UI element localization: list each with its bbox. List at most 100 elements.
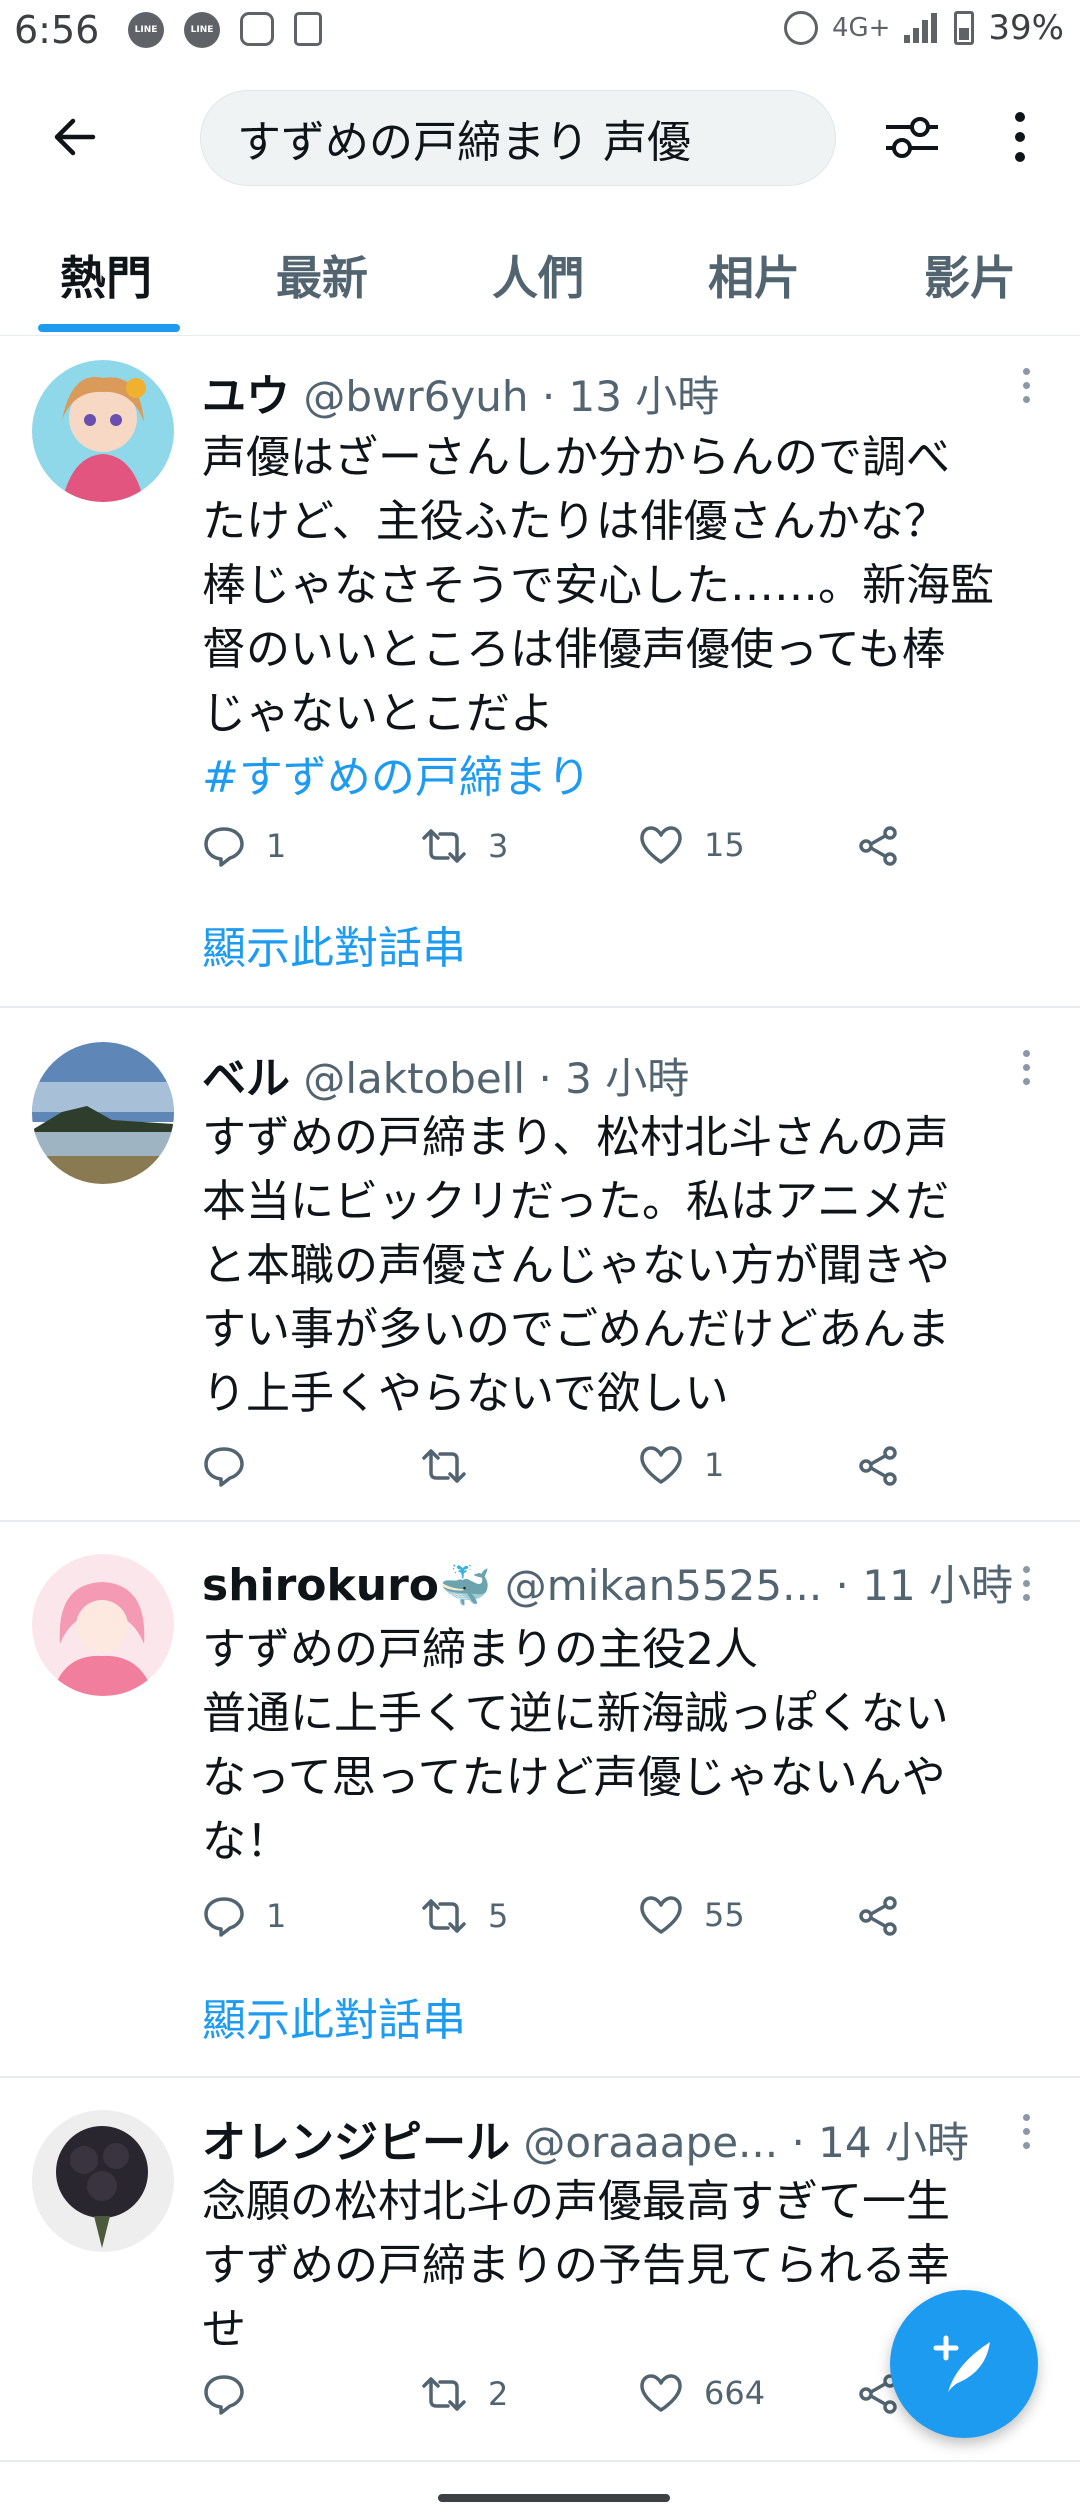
retweet-icon <box>422 2377 466 2411</box>
retweet-icon <box>422 829 466 863</box>
like-count: 1 <box>704 1446 725 1484</box>
user-handle: @laktobell <box>303 1054 526 1103</box>
reply-count: 1 <box>266 827 287 865</box>
like-count: 55 <box>704 1896 745 1934</box>
tweet-time: · 13 小時 <box>541 372 720 421</box>
retweet-count: 2 <box>488 2375 509 2413</box>
user-handle: @bwr6yuh <box>303 372 529 421</box>
tab-videos[interactable]: 影片 <box>924 242 1016 308</box>
tweet[interactable]: ベル @laktobell · 3 小時 すずめの戸締まり、松村北斗さんの声 本… <box>0 1008 1080 1522</box>
heart-icon <box>640 826 682 864</box>
like-button[interactable]: 1 <box>638 1444 724 1486</box>
display-name[interactable]: shirokuro <box>202 1560 439 1611</box>
reply-icon <box>204 1897 244 1937</box>
retweet-count: 5 <box>488 1897 509 1935</box>
system-icons: 4G+ 39% <box>783 8 1064 48</box>
reply-icon <box>204 827 244 867</box>
battery-percent: 39% <box>988 8 1064 48</box>
tweet-actions: 1 <box>202 1444 922 1504</box>
instagram-icon <box>240 12 274 46</box>
clipboard-icon <box>294 12 322 46</box>
notification-icons: LINE LINE <box>128 12 322 48</box>
heart-icon <box>640 1896 682 1934</box>
user-handle: @oraaape... <box>523 2118 779 2167</box>
display-name[interactable]: ユウ <box>202 371 290 422</box>
heart-icon <box>640 2374 682 2412</box>
share-icon <box>859 1896 897 1936</box>
search-input[interactable]: すずめの戸締まり 声優 <box>200 90 836 186</box>
hashtag-link[interactable]: #すずめの戸締まり <box>202 746 1042 810</box>
overflow-menu-button[interactable] <box>990 102 1050 172</box>
retweet-button[interactable]: 3 <box>420 824 508 868</box>
avatar[interactable] <box>32 1042 174 1184</box>
back-button[interactable] <box>40 102 110 172</box>
tweet-menu-button[interactable] <box>1014 1050 1038 1096</box>
tweet-menu-button[interactable] <box>1014 368 1038 414</box>
tweet-menu-button[interactable] <box>1014 1566 1038 1612</box>
tweet-header: オレンジピール @oraaape... · 14 小時 <box>202 2106 969 2170</box>
active-tab-indicator <box>38 324 180 332</box>
share-icon <box>859 826 897 866</box>
tweet-text: 声優はざーさんしか分からんので調べ たけど、主役ふたりは俳優さんかな？ 棒じゃな… <box>202 432 994 739</box>
arrow-left-icon <box>54 118 96 156</box>
gesture-nav-handle[interactable] <box>438 2494 670 2502</box>
reply-button[interactable] <box>202 1444 266 1488</box>
tweet-header: shirokuro🐳 @mikan5525... · 11 小時 <box>202 1552 1013 1613</box>
search-filter-button[interactable] <box>872 102 952 172</box>
user-handle: @mikan5525... <box>504 1561 823 1610</box>
tweet-header: ユウ @bwr6yuh · 13 小時 <box>202 360 719 424</box>
tweet-menu-button[interactable] <box>1014 2114 1038 2160</box>
share-button[interactable] <box>856 1444 900 1488</box>
reply-button[interactable] <box>202 2372 266 2416</box>
signal-icon <box>904 11 940 45</box>
display-name[interactable]: オレンジピール <box>202 2117 510 2168</box>
tweet[interactable]: ユウ @bwr6yuh · 13 小時 声優はざーさんしか分からんので調べ たけ… <box>0 336 1080 1008</box>
alarm-icon <box>783 11 818 45</box>
like-button[interactable]: 55 <box>638 1894 745 1936</box>
line-app-icon: LINE <box>184 12 220 48</box>
tweet-text: すずめの戸締まりの主役2人 普通に上手くて逆に新海誠っぽくない なって思ってたけ… <box>202 1624 949 1867</box>
tweet-actions: 2 664 <box>202 2372 922 2432</box>
search-tabs: 熱門 最新 人們 相片 影片 <box>0 212 1080 336</box>
share-icon <box>859 1446 897 1486</box>
tweet-header: ベル @laktobell · 3 小時 <box>202 1042 689 1106</box>
retweet-button[interactable]: 2 <box>420 2372 508 2416</box>
heart-icon <box>640 1446 682 1484</box>
share-button[interactable] <box>856 1894 900 1938</box>
battery-icon <box>954 11 975 45</box>
tab-latest[interactable]: 最新 <box>276 242 368 308</box>
show-thread-link[interactable]: 顯示此對話串 <box>202 912 466 976</box>
tweet-text: すずめの戸締まり、松村北斗さんの声 本当にビックリだった。私はアニメだ と本職の… <box>202 1112 950 1419</box>
tweet[interactable]: shirokuro🐳 @mikan5525... · 11 小時 すずめの戸締ま… <box>0 1522 1080 2078</box>
avatar[interactable] <box>32 2110 174 2252</box>
share-button[interactable] <box>856 824 900 868</box>
retweet-button[interactable] <box>420 1444 488 1488</box>
tweet-time: · 3 小時 <box>538 1054 690 1103</box>
show-thread-link[interactable]: 顯示此對話串 <box>202 1984 466 2048</box>
like-button[interactable]: 15 <box>638 824 745 866</box>
retweet-count: 3 <box>488 827 509 865</box>
tab-people[interactable]: 人們 <box>492 242 584 308</box>
avatar[interactable] <box>32 1554 174 1696</box>
reply-button[interactable]: 1 <box>202 824 286 868</box>
status-time: 6:56 <box>14 8 100 52</box>
tweet-time: · 14 小時 <box>791 2118 969 2167</box>
retweet-icon <box>422 1449 466 1483</box>
tab-photos[interactable]: 相片 <box>708 242 800 308</box>
line-app-icon: LINE <box>128 12 164 48</box>
like-button[interactable]: 664 <box>638 2372 765 2414</box>
status-bar: 6:56 LINE LINE 4G+ 39% <box>0 0 1080 62</box>
tweet-actions: 1 3 15 <box>202 824 922 884</box>
tab-top[interactable]: 熱門 <box>60 242 152 308</box>
avatar[interactable] <box>32 360 174 502</box>
reply-count: 1 <box>266 1897 287 1935</box>
retweet-button[interactable]: 5 <box>420 1894 508 1938</box>
display-name[interactable]: ベル <box>202 1053 290 1104</box>
dot-icon <box>1015 132 1025 142</box>
whale-emoji: 🐳 <box>439 1561 492 1610</box>
search-header: すずめの戸締まり 声優 <box>0 62 1080 212</box>
like-count: 664 <box>704 2374 766 2412</box>
compose-tweet-button[interactable] <box>890 2290 1038 2438</box>
reply-icon <box>204 1447 244 1487</box>
reply-button[interactable]: 1 <box>202 1894 286 1938</box>
